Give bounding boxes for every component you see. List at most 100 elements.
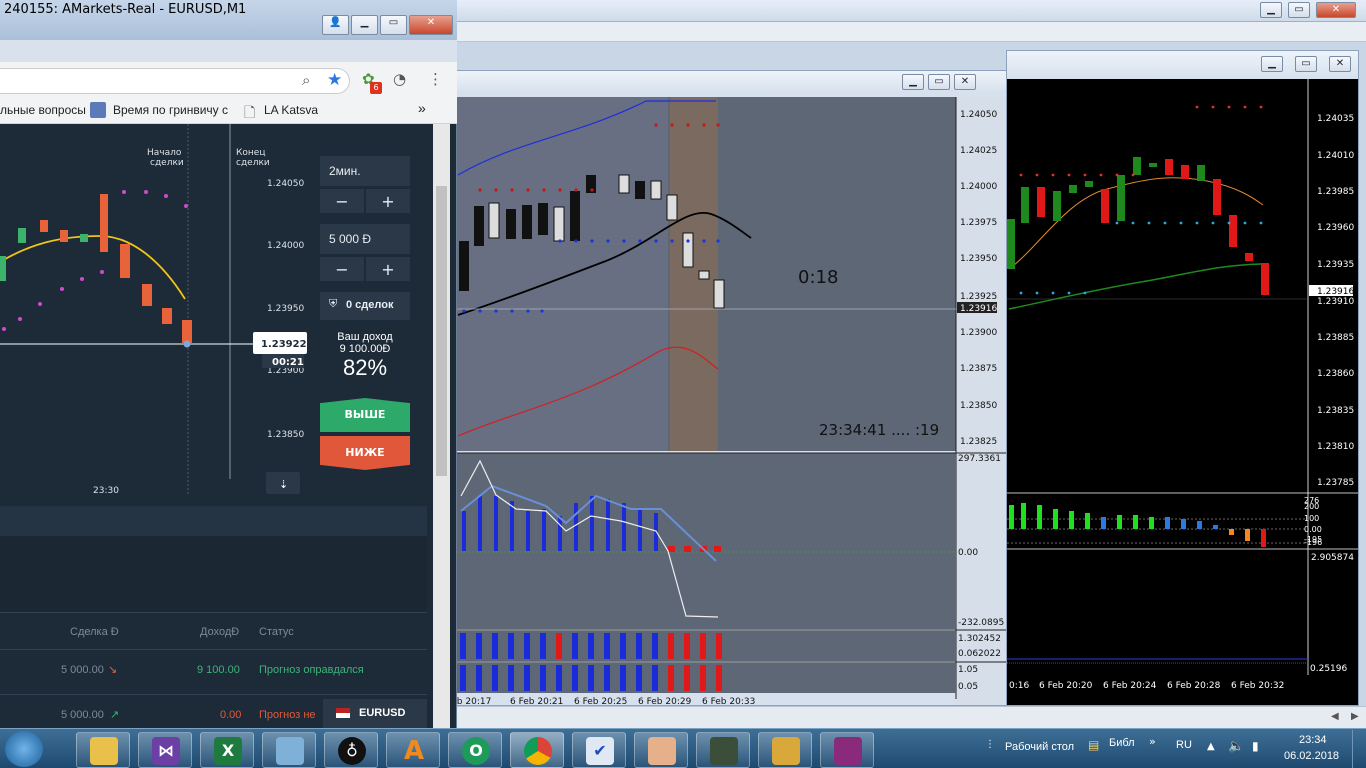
svg-text:1.23835: 1.23835 — [1317, 406, 1354, 416]
svg-text:1.24000: 1.24000 — [267, 241, 304, 251]
taskbar-app-sheet[interactable] — [634, 732, 688, 768]
clock-date[interactable]: 06.02.2018 — [1284, 750, 1339, 762]
time-axis-middle: 6 Feb 20:17 6 Feb 20:21 6 Feb 20:25 6 Fe… — [456, 697, 755, 705]
chart-window-middle: ▁ ▭ ✕ 1.24050 1.24025 1.24000 1.23975 1.… — [455, 70, 1008, 706]
tab-strip[interactable] — [0, 40, 457, 62]
close-button[interactable]: ✕ — [954, 74, 976, 90]
close-button[interactable]: ✕ — [1329, 56, 1351, 72]
deal-end-label: Конец — [236, 148, 265, 158]
taskbar-app-bulb[interactable]: ♁ — [324, 732, 378, 768]
taskbar-app-check[interactable]: ✔ — [572, 732, 626, 768]
lower-button[interactable]: НИЖЕ — [320, 436, 410, 470]
notification-badge: 6 — [370, 82, 382, 94]
mt4-scrollbar[interactable]: ◀ ▶ — [455, 706, 1366, 728]
language-indicator[interactable]: RU — [1176, 739, 1192, 751]
higher-button[interactable]: ВЫШЕ — [320, 398, 410, 432]
expand-icon: ⇣ — [279, 478, 288, 491]
clock-time[interactable]: 23:34 — [1299, 734, 1327, 746]
user-button[interactable]: 👤 — [322, 15, 349, 35]
start-button[interactable] — [5, 731, 43, 767]
indicator-label: 0.00 — [958, 548, 978, 558]
deals-counter[interactable]: ⛨ 0 сделок — [320, 292, 410, 320]
close-button[interactable]: ✕ — [409, 15, 453, 35]
svg-text:6 Feb 20:17: 6 Feb 20:17 — [456, 697, 491, 705]
close-button[interactable]: ✕ — [1316, 2, 1356, 18]
maximize-button[interactable]: ▭ — [380, 15, 407, 35]
taskbar-winrar[interactable] — [820, 732, 874, 768]
taskbar-notes[interactable] — [262, 732, 316, 768]
svg-text:1.23935: 1.23935 — [1317, 260, 1354, 270]
restore-button[interactable]: ▭ — [928, 74, 950, 90]
price-label: 1.23925 — [960, 292, 997, 302]
scroll-left-icon[interactable]: ◀ — [1331, 711, 1339, 722]
library-label[interactable]: Библ — [1109, 737, 1135, 749]
table-row[interactable]: 5 000.00 ↘ 9 100.00 Прогноз оправдался — [0, 649, 427, 694]
svg-text:6 Feb 20:28: 6 Feb 20:28 — [1167, 681, 1221, 691]
svg-text:6 Feb 20:21: 6 Feb 20:21 — [510, 697, 563, 705]
indicator-label: 0.05 — [958, 682, 978, 692]
address-input[interactable] — [0, 68, 350, 94]
section-body — [0, 536, 427, 612]
arrow-up-icon: ↗ — [110, 709, 120, 721]
bookmark-item[interactable]: Время по гринвичу с — [113, 103, 228, 117]
taskbar-app-a[interactable]: A — [386, 732, 440, 768]
scrollbar-thumb[interactable] — [436, 186, 447, 476]
amount-minus-button[interactable]: − — [320, 257, 364, 281]
section-header — [0, 506, 427, 536]
countdown-text: 0:18 — [798, 267, 838, 288]
bookmark-item[interactable]: льные вопросы — [0, 103, 86, 117]
svg-text:1.23850: 1.23850 — [267, 430, 304, 440]
mt4-toolbar — [455, 22, 1366, 42]
minimize-button[interactable]: ▁ — [902, 74, 924, 90]
network-icon[interactable]: ▮ — [1252, 739, 1259, 753]
amount-field[interactable]: 5 000 Ð — [320, 224, 410, 254]
clock-text: 23:34:41 .... :19 — [819, 421, 939, 439]
bookmark-star-icon[interactable]: ★ — [327, 70, 342, 90]
letter-a-icon: A — [403, 736, 425, 766]
more-bookmarks-icon[interactable]: » — [418, 100, 426, 116]
duration-plus-button[interactable]: + — [366, 189, 410, 213]
speedometer-icon[interactable]: ◔ — [393, 70, 406, 88]
income-block: Ваш доход 9 100.00Ð 82% — [320, 331, 410, 381]
taskbar-app-book[interactable] — [758, 732, 812, 768]
toolbar-chevron-icon[interactable]: » — [1149, 735, 1156, 748]
browser-scrollbar[interactable] — [433, 124, 450, 728]
tray-arrow-icon[interactable]: ▲ — [1207, 741, 1215, 752]
volume-icon[interactable]: 🔈 — [1228, 739, 1244, 754]
minimize-button[interactable]: ▁ — [1261, 56, 1283, 72]
desktop-toolbar-icon[interactable]: ⋮ — [985, 739, 995, 750]
bookmark-favicon — [90, 102, 106, 118]
chart-canvas-right[interactable]: 1.24035 1.24010 1.23985 1.23960 1.23935 … — [1007, 79, 1358, 705]
taskbar-chrome[interactable] — [510, 732, 564, 768]
deal-start-label: Начало — [147, 148, 182, 158]
taskbar-explorer[interactable] — [76, 732, 130, 768]
monitor-icon — [710, 737, 738, 765]
taskbar-visualstudio[interactable]: ⋈ — [138, 732, 192, 768]
svg-text:6 Feb 20:25: 6 Feb 20:25 — [574, 697, 627, 705]
menu-icon[interactable]: ⋮ — [428, 70, 443, 88]
show-desktop-button[interactable] — [1352, 730, 1366, 768]
taskbar-monitor[interactable] — [696, 732, 750, 768]
taskbar-app-o[interactable]: O — [448, 732, 502, 768]
arrow-down-icon: ↘ — [108, 664, 118, 676]
binary-chart[interactable]: Начало сделки Конец сделки 1.24050 1.240… — [0, 124, 308, 504]
duration-field[interactable]: 2мин. — [320, 156, 410, 186]
time-axis-right: 0:16 6 Feb 20:20 6 Feb 20:24 6 Feb 20:28… — [1009, 681, 1284, 691]
asset-selector[interactable]: EURUSD — [323, 699, 427, 729]
restore-button[interactable]: ▭ — [1295, 56, 1317, 72]
taskbar-excel[interactable]: X — [200, 732, 254, 768]
minimize-button[interactable]: ▁ — [351, 15, 378, 35]
chart-window-titlebar: ▁ ▭ ✕ — [1007, 51, 1358, 77]
amount-plus-button[interactable]: + — [366, 257, 410, 281]
desktop-label[interactable]: Рабочий стол — [1005, 741, 1074, 753]
maximize-button[interactable]: ▭ — [1288, 2, 1310, 18]
duration-minus-button[interactable]: − — [320, 189, 364, 213]
search-icon[interactable]: ⌕ — [302, 71, 310, 89]
svg-text:6 Feb 20:20: 6 Feb 20:20 — [1039, 681, 1093, 691]
chart-canvas-middle[interactable]: 1.24050 1.24025 1.24000 1.23975 1.23950 … — [456, 91, 1007, 705]
minimize-button[interactable]: ▁ — [1260, 2, 1282, 18]
current-price: 1.23922 — [261, 339, 307, 350]
scroll-right-icon[interactable]: ▶ — [1351, 711, 1359, 722]
bookmark-item[interactable]: LA Katsva — [264, 103, 318, 117]
time-label: 23:30 — [93, 486, 119, 496]
